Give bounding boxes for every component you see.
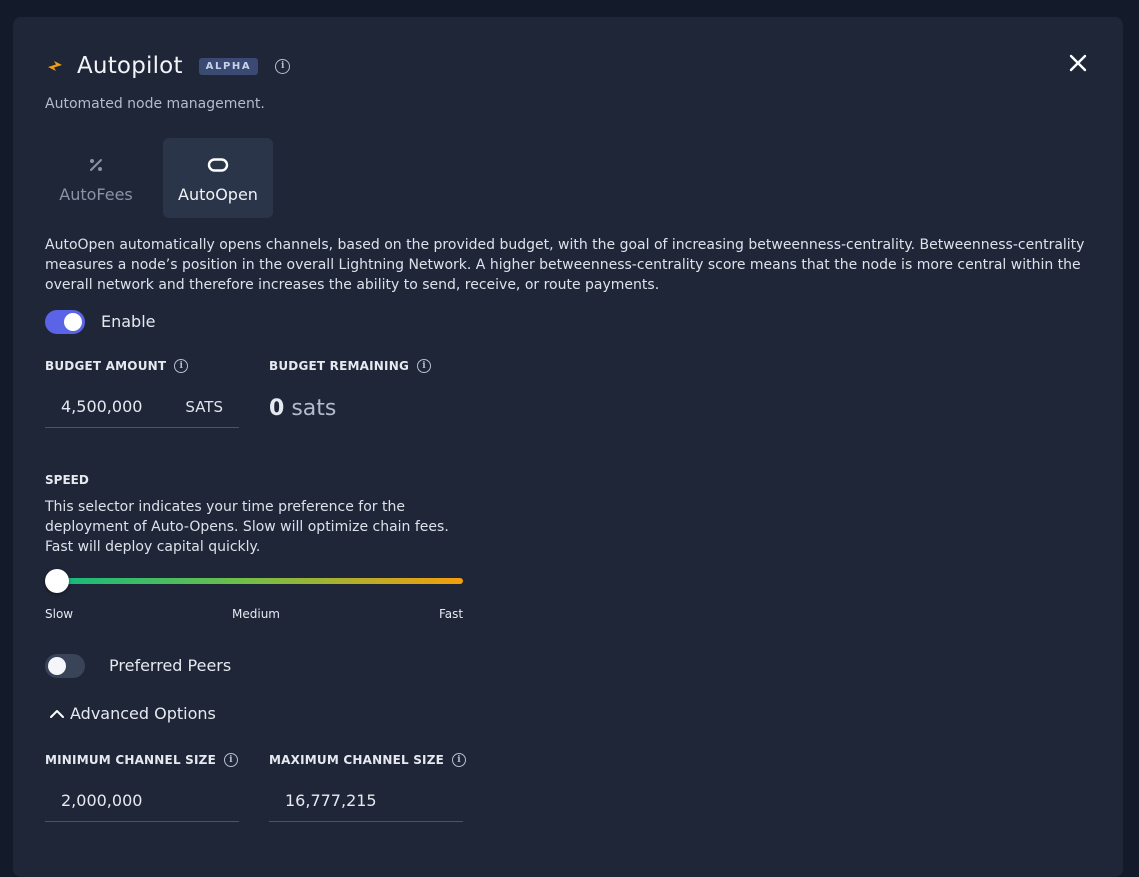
info-icon[interactable]: i <box>223 753 238 767</box>
speed-slider-thumb[interactable] <box>45 569 69 593</box>
percent-icon <box>90 159 102 171</box>
chevron-up-icon <box>50 709 64 718</box>
max-channel-size-value: 16,777,215 <box>285 791 377 810</box>
info-icon[interactable]: i <box>174 359 189 373</box>
max-channel-size-label: MAXIMUM CHANNEL SIZE i <box>269 753 466 767</box>
min-channel-size-input[interactable]: 2,000,000 <box>45 780 239 822</box>
speed-tick-slow: Slow <box>45 607 74 621</box>
tab-label: AutoFees <box>59 185 133 204</box>
page-title: Autopilot <box>77 53 183 79</box>
budget-remaining-number: 0 <box>269 396 285 421</box>
budget-amount-input[interactable]: 4,500,000 SATS <box>45 386 239 428</box>
budget-amount-label: BUDGET AMOUNT i <box>45 359 189 373</box>
preferred-peers-label: Preferred Peers <box>109 656 232 675</box>
modal-header: Autopilot ALPHA i <box>45 51 291 81</box>
alpha-badge: ALPHA <box>198 57 259 75</box>
enable-toggle[interactable] <box>45 310 85 334</box>
budget-remaining-label-text: BUDGET REMAINING <box>269 359 409 373</box>
enable-label: Enable <box>101 312 156 331</box>
autopilot-modal: Autopilot ALPHA i Automated node managem… <box>13 17 1123 877</box>
max-channel-size-label-text: MAXIMUM CHANNEL SIZE <box>269 753 444 767</box>
max-channel-size-input[interactable]: 16,777,215 <box>269 780 463 822</box>
subtitle: Automated node management. <box>45 96 265 112</box>
budget-amount-value: 4,500,000 <box>61 397 143 416</box>
speed-slider-track[interactable] <box>49 578 463 584</box>
speed-tick-medium: Medium <box>232 607 280 621</box>
budget-remaining-label: BUDGET REMAINING i <box>269 359 431 373</box>
channel-icon <box>207 158 229 172</box>
tab-autofees[interactable]: AutoFees <box>41 138 151 218</box>
info-icon[interactable]: i <box>417 359 431 373</box>
tab-autoopen[interactable]: AutoOpen <box>163 138 273 218</box>
budget-remaining-unit: sats <box>291 396 337 421</box>
budget-amount-label-text: BUDGET AMOUNT <box>45 359 167 373</box>
close-icon[interactable] <box>1066 51 1090 75</box>
advanced-options-toggle[interactable]: Advanced Options <box>49 704 216 723</box>
info-icon[interactable]: i <box>452 753 466 767</box>
toggle-knob <box>48 657 66 675</box>
toggle-knob <box>64 313 82 331</box>
speed-description: This selector indicates your time prefer… <box>45 499 449 555</box>
preferred-peers-toggle[interactable] <box>45 654 85 678</box>
advanced-options-label: Advanced Options <box>70 704 216 723</box>
info-icon[interactable]: i <box>275 58 291 74</box>
speed-label: SPEED <box>45 473 89 487</box>
speed-tick-fast: Fast <box>439 607 464 621</box>
min-channel-size-label: MINIMUM CHANNEL SIZE i <box>45 753 238 767</box>
budget-unit: SATS <box>185 397 223 416</box>
tab-label: AutoOpen <box>178 185 258 204</box>
budget-remaining-value: 0 sats <box>269 396 336 421</box>
min-channel-size-value: 2,000,000 <box>61 791 143 810</box>
min-channel-size-label-text: MINIMUM CHANNEL SIZE <box>45 753 216 767</box>
lightning-bolt-icon <box>48 61 62 71</box>
autoopen-description: AutoOpen automatically opens channels, b… <box>45 237 1085 293</box>
